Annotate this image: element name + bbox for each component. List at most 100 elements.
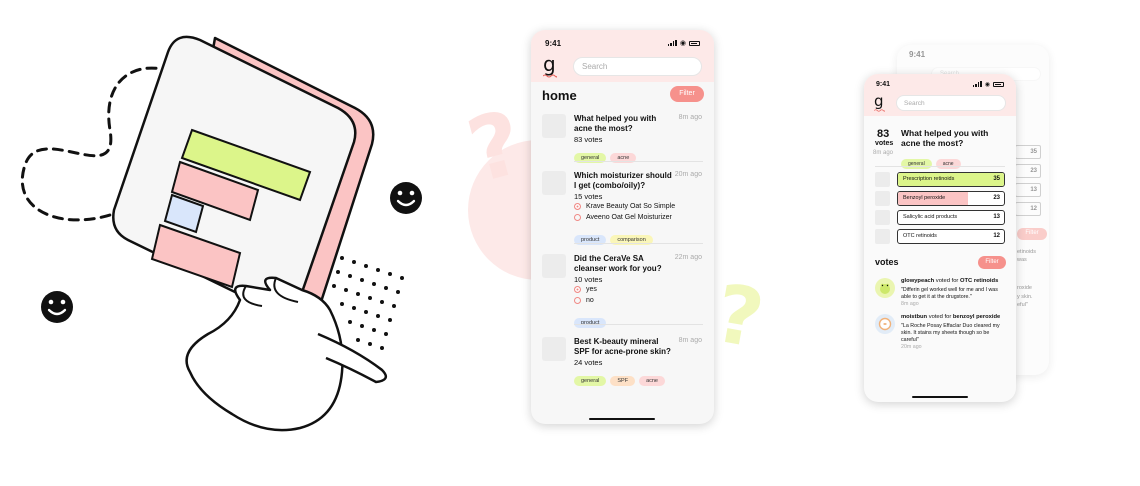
hand-holding-phone-illustration [20, 35, 422, 432]
post-tags: product [574, 311, 610, 329]
result-label: Benzoyl peroxide [903, 195, 946, 201]
count-box: 35 [1015, 145, 1041, 159]
app-logo[interactable]: g [543, 54, 563, 78]
status-icons: ◉ [972, 81, 1004, 88]
signal-icon [667, 40, 677, 46]
count-box: 23 [1015, 164, 1041, 178]
result-row[interactable]: Benzoyl peroxide 23 [875, 191, 1005, 206]
search-placeholder: Search [904, 99, 925, 107]
result-checkbox[interactable] [875, 210, 890, 225]
result-count: 13 [993, 214, 1000, 220]
poll-option[interactable]: Aveeno Oat Gel Moisturizer [574, 214, 672, 221]
phone-poll-detail: 9:41 ◉ g Search 83 votes 8m ago What hel… [864, 74, 1016, 402]
result-row[interactable]: Salicylic acid products 13 [875, 210, 1005, 225]
tag-pill[interactable]: SPF [610, 376, 636, 386]
result-label: Prescription retinoids [903, 176, 955, 182]
radio-unchecked-icon[interactable] [574, 214, 581, 221]
radio-unchecked-icon[interactable] [574, 297, 581, 304]
wifi-icon: ◉ [679, 40, 686, 47]
search-input[interactable]: Search [573, 56, 702, 76]
question-mark-green: ? [708, 266, 771, 367]
post-divider [574, 161, 703, 162]
post-votes: 83 votes [574, 135, 603, 144]
post-votes: 24 votes [574, 358, 603, 367]
poll-option[interactable]: yes [574, 286, 597, 293]
post-card[interactable]: Best K-beauty mineral SPF for acne-prone… [542, 337, 702, 386]
post-thumbnail [542, 114, 566, 138]
post-votes: 10 votes [574, 275, 603, 284]
post-title: Did the CeraVe SA cleanser work for you? [574, 254, 662, 273]
filter-button: Filter [1017, 228, 1047, 240]
result-checkbox[interactable] [875, 229, 890, 244]
vote-unit: votes [875, 140, 894, 147]
text-fragment: etinoids [1017, 249, 1036, 255]
status-icons: ◉ [667, 39, 700, 47]
post-time: 8m ago [678, 337, 702, 344]
post-time: 8m ago [678, 114, 702, 121]
result-bar: Salicylic acid products 13 [897, 210, 1005, 225]
result-checkbox[interactable] [875, 172, 890, 187]
result-bar: Prescription retinoids 35 [897, 172, 1005, 187]
result-count: 35 [993, 176, 1000, 182]
vote-entry[interactable]: glowypeach voted for OTC retinoids "Diff… [875, 278, 1005, 310]
poll-option[interactable]: no [574, 297, 594, 304]
result-count: 23 [993, 195, 1000, 201]
result-bar: Benzoyl peroxide 23 [897, 191, 1005, 206]
post-tags: general acne [901, 152, 965, 170]
tag-pill[interactable]: acne [935, 159, 961, 169]
votes-heading: votes [875, 257, 899, 267]
post-time: 8m ago [873, 150, 894, 156]
post-card[interactable]: Which moisturizer should I get (combo/oi… [542, 171, 702, 245]
result-label: Salicylic acid products [903, 214, 958, 220]
vote-comment: "Differin gel worked well for me and I w… [901, 287, 998, 300]
post-card[interactable]: Did the CeraVe SA cleanser work for you?… [542, 254, 702, 328]
page-title: home [542, 88, 577, 103]
status-time: 9:41 [876, 80, 891, 88]
wifi-icon: ◉ [984, 81, 990, 88]
vote-entry[interactable]: moistbun voted for benzoyl peroxide "La … [875, 314, 1005, 350]
smiley-icon-right [390, 182, 422, 214]
search-input[interactable]: Search [896, 95, 1006, 111]
result-count: 12 [993, 233, 1000, 239]
status-time: 9:41 [545, 38, 562, 48]
count-box: 13 [1015, 183, 1041, 197]
vote-time: 20m ago [901, 344, 922, 350]
result-row[interactable]: OTC retinoids 12 [875, 229, 1005, 244]
voter-name[interactable]: moistbun [901, 314, 927, 320]
app-logo[interactable]: g [874, 94, 888, 112]
poll-option[interactable]: Krave Beauty Oat So Simple [574, 203, 675, 210]
filter-button[interactable]: Filter [670, 86, 704, 102]
smiley-icon-left [41, 291, 73, 323]
text-fragment: roxide [1017, 285, 1032, 291]
filter-button[interactable]: Filter [978, 256, 1006, 269]
text-fragment: was [1017, 257, 1027, 263]
vote-count: 83 [877, 128, 890, 140]
tag-pill[interactable]: acne [639, 376, 665, 386]
result-label: OTC retinoids [903, 233, 937, 239]
result-checkbox[interactable] [875, 191, 890, 206]
tag-pill[interactable]: product [574, 318, 607, 328]
tag-pill[interactable]: general [901, 159, 932, 169]
count-box: 12 [1015, 202, 1041, 216]
radio-checked-icon[interactable] [574, 203, 581, 210]
phone-home-screen: 9:41 ◉ g Search home Filter What helped … [531, 30, 714, 424]
avatar-frog-icon[interactable] [875, 278, 895, 298]
post-thumbnail [542, 254, 566, 278]
voter-name[interactable]: glowypeach [901, 278, 934, 284]
text-fragment: y skin. [1017, 294, 1033, 300]
result-row[interactable]: Prescription retinoids 35 [875, 172, 1005, 187]
post-votes: 15 votes [574, 192, 603, 201]
post-thumbnail [542, 337, 566, 361]
search-placeholder: Search [582, 61, 608, 71]
post-card[interactable]: What helped you with acne the most? 8m a… [542, 114, 702, 163]
signal-icon [972, 81, 982, 87]
post-thumbnail [542, 171, 566, 195]
vote-time: 8m ago [901, 301, 919, 307]
radio-checked-icon[interactable] [574, 286, 581, 293]
home-indicator [589, 418, 655, 420]
vote-comment: "La Roche Posay Effaclar Duo cleared my … [901, 323, 1000, 343]
post-title: Which moisturizer should I get (combo/oi… [574, 171, 672, 190]
status-time: 9:41 [909, 49, 926, 59]
tag-pill[interactable]: general [574, 376, 607, 386]
avatar-bun-icon[interactable] [875, 314, 895, 334]
